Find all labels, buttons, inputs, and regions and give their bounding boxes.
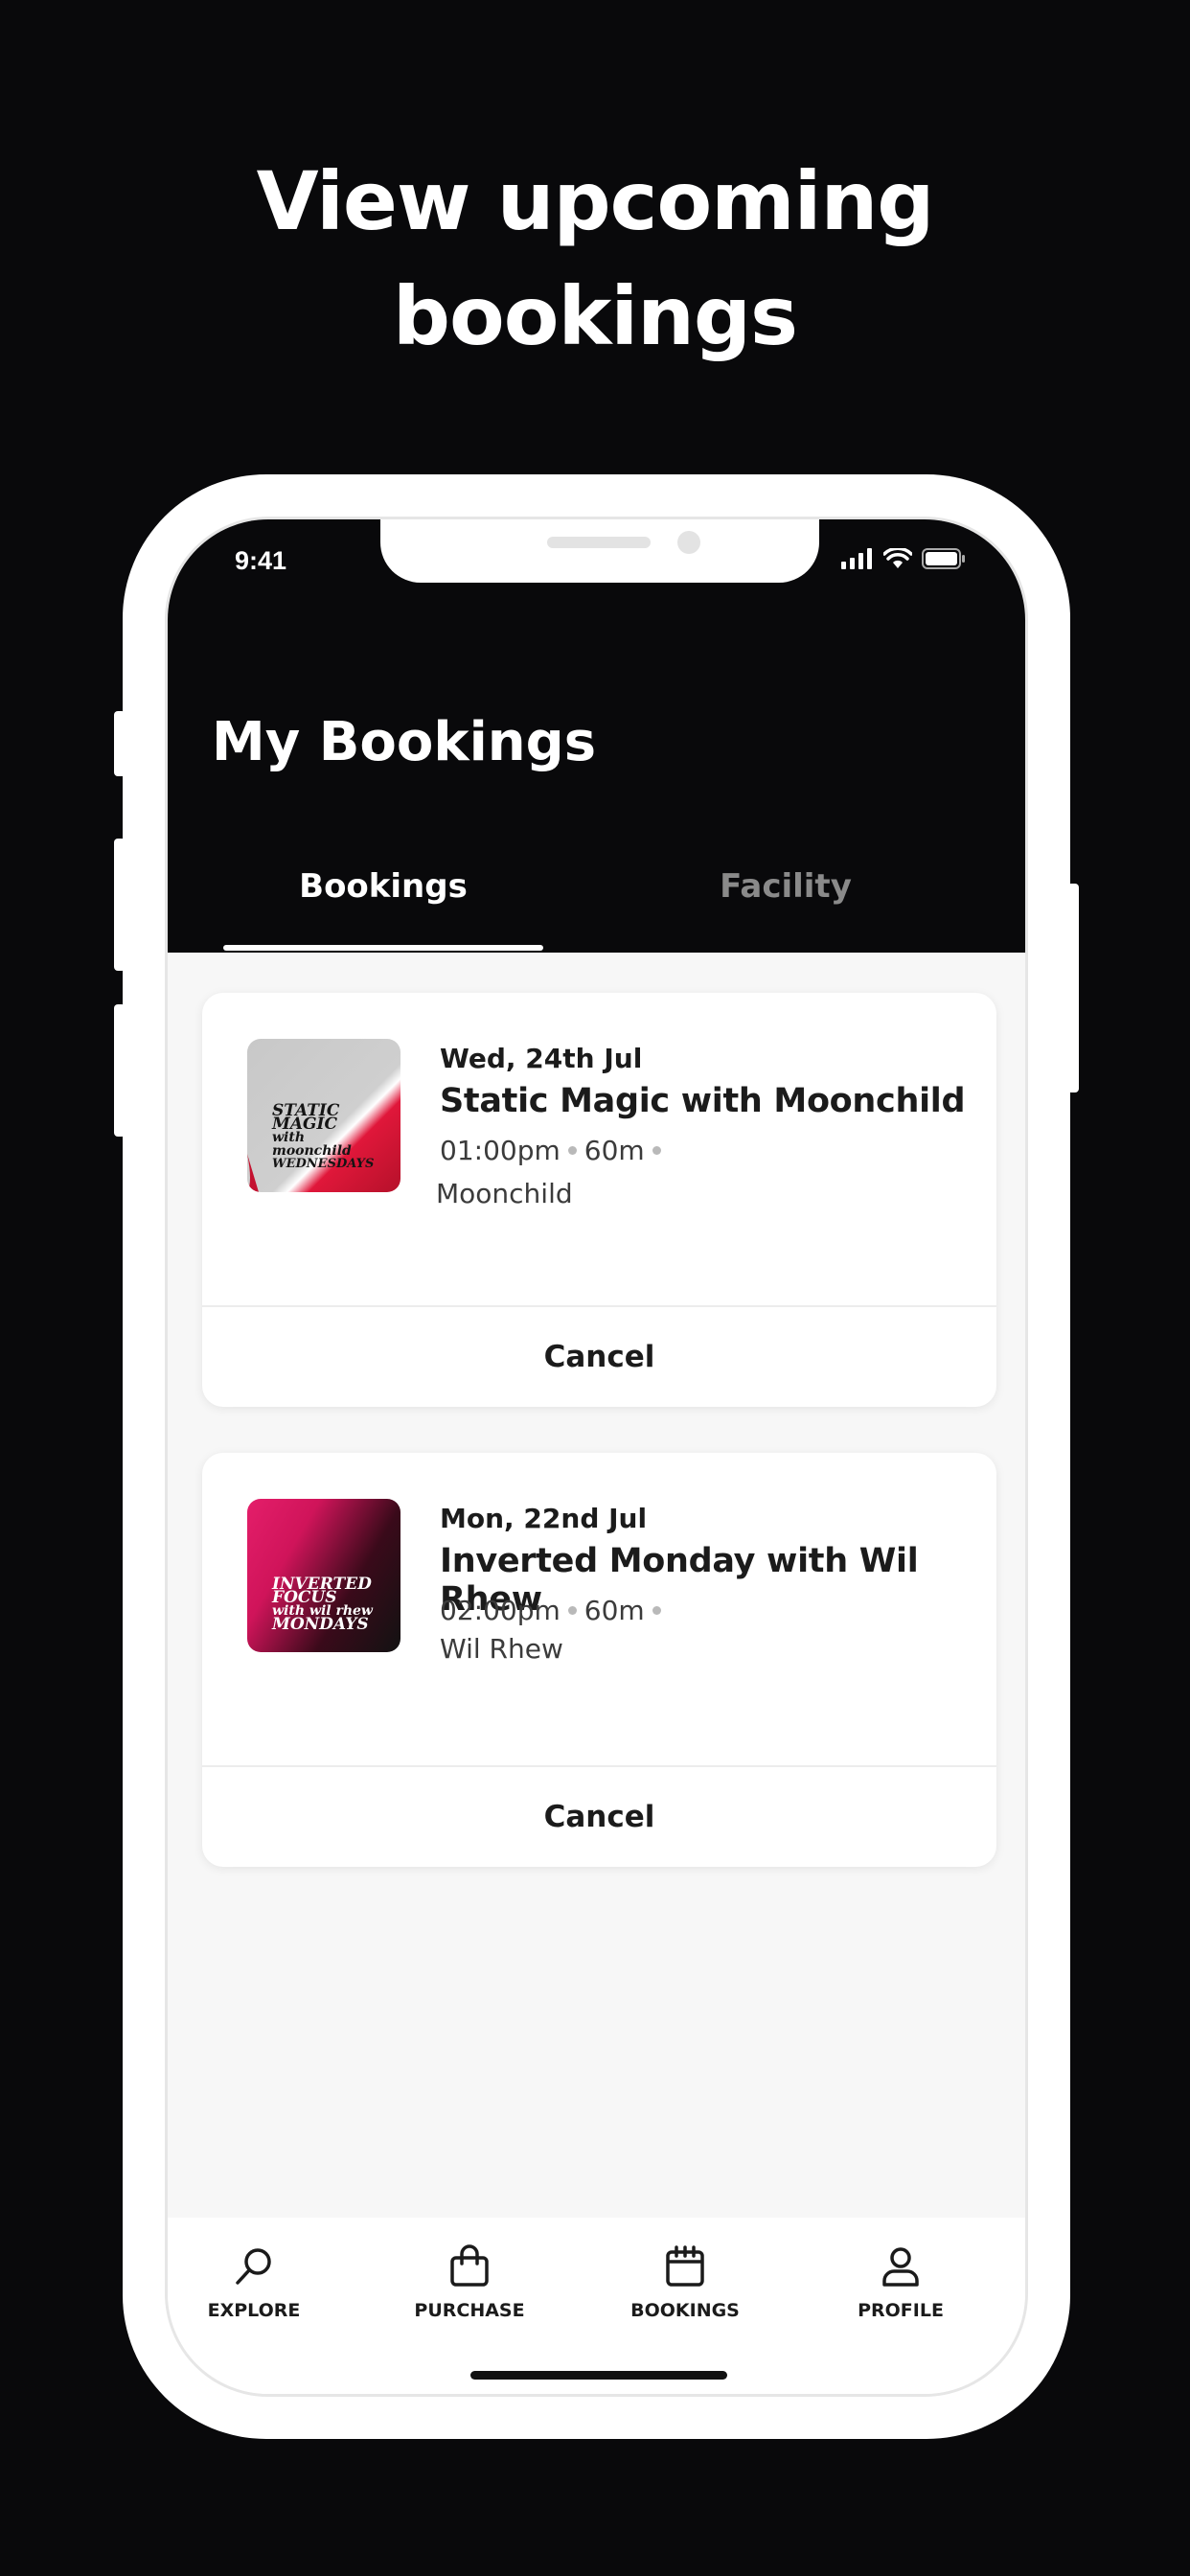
thumbnail-caption: INVERTED FOCUS with wil rhew MONDAYS xyxy=(272,1576,393,1634)
bottom-navigation: EXPLORE PURCHASE BOOKINGS PROFILE xyxy=(168,2218,1025,2394)
booking-title: Static Magic with Moonchild xyxy=(440,1082,966,1120)
separator-dot xyxy=(652,1146,661,1155)
booking-duration: 60m xyxy=(584,1595,645,1626)
active-tab-indicator xyxy=(223,945,543,951)
booking-card[interactable]: INVERTED FOCUS with wil rhew MONDAYS Mon… xyxy=(202,1453,996,1867)
booking-meta: 01:00pm 60m xyxy=(440,1135,669,1166)
nav-bookings[interactable]: BOOKINGS xyxy=(599,2244,771,2321)
booking-thumbnail: INVERTED FOCUS with wil rhew MONDAYS xyxy=(247,1499,400,1652)
thumbnail-line: moonchild xyxy=(272,1143,352,1159)
search-icon xyxy=(236,2248,271,2285)
battery-icon xyxy=(922,548,965,569)
phone-frame: 9:41 My Bookings Bookings Facility STATI… xyxy=(123,474,1070,2439)
headline-line-1: View upcoming xyxy=(256,154,935,248)
status-time: 9:41 xyxy=(235,546,287,575)
cancel-button[interactable]: Cancel xyxy=(202,1767,996,1867)
thumbnail-line: MAGIC xyxy=(272,1115,338,1134)
wifi-icon xyxy=(883,548,912,568)
nav-purchase[interactable]: PURCHASE xyxy=(383,2244,556,2321)
phone-notch xyxy=(380,519,819,583)
booking-date: Wed, 24th Jul xyxy=(440,1043,643,1074)
booking-duration: 60m xyxy=(584,1135,645,1166)
booking-date: Mon, 22nd Jul xyxy=(440,1503,648,1534)
nav-explore[interactable]: EXPLORE xyxy=(168,2244,340,2321)
booking-meta: 02:00pm 60m xyxy=(440,1595,669,1626)
thumbnail-caption: STATIC MAGIC with moonchild WEDNESDAYS xyxy=(272,1103,393,1171)
separator-dot xyxy=(652,1606,661,1615)
thumbnail-line: FOCUS xyxy=(272,1588,337,1607)
booking-card[interactable]: STATIC MAGIC with moonchild WEDNESDAYS W… xyxy=(202,993,996,1407)
tab-bookings[interactable]: Bookings xyxy=(223,855,543,953)
cancel-button[interactable]: Cancel xyxy=(202,1307,996,1407)
user-icon xyxy=(882,2247,919,2287)
separator-dot xyxy=(567,1146,577,1155)
tab-bar: Bookings Facility xyxy=(168,855,1025,953)
separator-dot xyxy=(567,1606,577,1615)
page-title: My Bookings xyxy=(212,711,597,773)
booking-host: Moonchild xyxy=(436,1178,573,1209)
booking-time: 01:00pm xyxy=(440,1135,561,1166)
bag-icon xyxy=(450,2244,489,2287)
headline-line-2: bookings xyxy=(392,269,798,363)
phone-screen: 9:41 My Bookings Bookings Facility STATI… xyxy=(165,517,1028,2397)
status-icons xyxy=(841,548,966,569)
home-indicator[interactable] xyxy=(470,2371,727,2380)
cellular-signal-icon xyxy=(841,548,872,569)
nav-label: EXPLORE xyxy=(207,2300,301,2321)
front-camera xyxy=(677,531,700,554)
nav-label: PROFILE xyxy=(858,2300,944,2321)
nav-label: BOOKINGS xyxy=(630,2300,740,2321)
header-area: 9:41 My Bookings Bookings Facility xyxy=(168,519,1025,953)
thumbnail-line: WEDNESDAYS xyxy=(272,1157,375,1171)
speaker-grille xyxy=(547,537,651,548)
calendar-icon xyxy=(666,2245,704,2287)
booking-time: 02:00pm xyxy=(440,1595,561,1626)
thumbnail-line: MONDAYS xyxy=(272,1615,369,1634)
nav-profile[interactable]: PROFILE xyxy=(814,2244,987,2321)
tab-facility[interactable]: Facility xyxy=(626,855,946,953)
booking-thumbnail: STATIC MAGIC with moonchild WEDNESDAYS xyxy=(247,1039,400,1192)
marketing-headline: View upcoming bookings xyxy=(0,144,1190,374)
nav-label: PURCHASE xyxy=(414,2300,525,2321)
booking-host: Wil Rhew xyxy=(440,1633,563,1665)
